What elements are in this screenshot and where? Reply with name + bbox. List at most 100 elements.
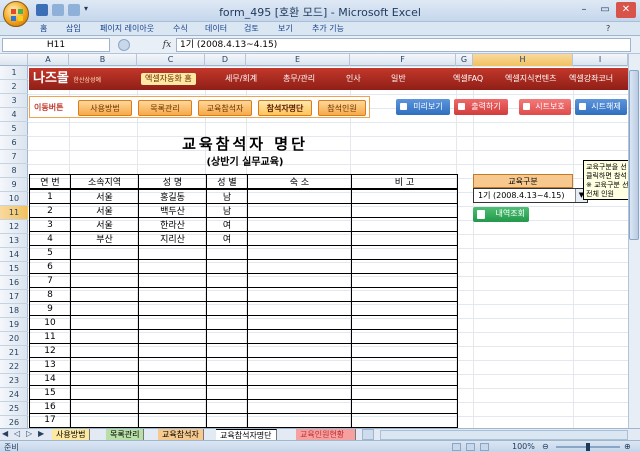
header-lodging[interactable]: 숙 소 [247, 174, 352, 190]
zoom-slider-thumb[interactable] [586, 443, 590, 451]
table-cell[interactable] [351, 273, 458, 288]
table-cell[interactable] [138, 273, 207, 288]
nav-button-headcount[interactable]: 참석인원 [318, 100, 366, 116]
name-box[interactable]: H11 [2, 38, 110, 52]
table-cell[interactable] [351, 231, 458, 246]
table-cell[interactable]: 15 [29, 385, 71, 400]
tab-insert[interactable]: 삽입 [66, 23, 81, 35]
table-cell[interactable]: 11 [29, 329, 71, 344]
table-cell[interactable] [351, 203, 458, 218]
row-header[interactable]: 19 [0, 318, 28, 332]
tab-scroll-next-icon[interactable]: ▷ [26, 429, 32, 438]
banner-link-contents[interactable]: 엑셀지식컨텐츠 [505, 73, 557, 85]
table-cell[interactable]: 여 [206, 217, 248, 232]
table-cell[interactable]: 여 [206, 231, 248, 246]
namebox-dropdown-icon[interactable] [118, 39, 130, 51]
table-cell[interactable]: 13 [29, 357, 71, 372]
maximize-icon[interactable]: ▭ [595, 2, 615, 18]
header-seq[interactable]: 연 번 [29, 174, 71, 190]
row-header[interactable]: 8 [0, 164, 28, 178]
logo[interactable]: 나즈몰 한산삼성예비 나즈기업 [33, 70, 105, 104]
banner-link-admin[interactable]: 총무/관리 [283, 73, 315, 85]
tab-view[interactable]: 보기 [278, 23, 293, 35]
minimize-icon[interactable]: – [574, 2, 594, 18]
page-break-view-icon[interactable] [480, 443, 489, 451]
table-cell[interactable] [70, 371, 139, 386]
column-header-i[interactable]: I [573, 54, 628, 66]
preview-button[interactable]: 미리보기 [396, 99, 450, 115]
print-button[interactable]: 출력하기 [454, 99, 508, 115]
table-cell[interactable] [138, 329, 207, 344]
table-cell[interactable] [247, 217, 352, 232]
table-cell[interactable] [206, 273, 248, 288]
row-header[interactable]: 1 [0, 66, 28, 80]
table-cell[interactable] [138, 357, 207, 372]
row-header[interactable]: 24 [0, 388, 28, 402]
nav-button-usage[interactable]: 사용방법 [78, 100, 132, 116]
table-cell[interactable] [247, 301, 352, 316]
table-cell[interactable] [247, 188, 352, 204]
row-header[interactable]: 20 [0, 332, 28, 346]
table-cell[interactable] [138, 287, 207, 302]
row-header[interactable]: 15 [0, 262, 28, 276]
tab-scroll-last-icon[interactable]: ▶ [38, 429, 44, 438]
column-header-f[interactable]: F [350, 54, 456, 66]
table-cell[interactable] [206, 259, 248, 274]
table-cell[interactable] [70, 357, 139, 372]
table-cell[interactable] [351, 188, 458, 204]
table-cell[interactable] [70, 259, 139, 274]
column-header-g[interactable]: G [456, 54, 473, 66]
zoom-in-icon[interactable]: ⊕ [624, 442, 631, 451]
table-cell[interactable] [70, 245, 139, 260]
table-cell[interactable] [247, 245, 352, 260]
redo-icon[interactable] [68, 4, 80, 16]
table-cell[interactable] [138, 413, 207, 429]
office-button[interactable] [3, 1, 29, 27]
table-cell[interactable]: 지리산 [138, 231, 207, 246]
table-cell[interactable] [138, 399, 207, 414]
table-cell[interactable] [206, 287, 248, 302]
undo-icon[interactable] [52, 4, 64, 16]
row-header[interactable]: 22 [0, 360, 28, 374]
header-name[interactable]: 성 명 [138, 174, 207, 190]
zoom-level[interactable]: 100% [512, 442, 535, 451]
zoom-out-icon[interactable]: ⊖ [542, 442, 549, 451]
row-header[interactable]: 10 [0, 192, 28, 206]
row-header[interactable]: 17 [0, 290, 28, 304]
horizontal-scrollbar[interactable] [380, 430, 628, 440]
vertical-scroll-thumb[interactable] [629, 70, 639, 240]
table-cell[interactable]: 서울 [70, 217, 139, 232]
table-cell[interactable] [206, 399, 248, 414]
table-cell[interactable] [70, 301, 139, 316]
table-cell[interactable] [351, 315, 458, 330]
banner-link-tax[interactable]: 세무/회계 [225, 73, 257, 85]
row-header[interactable]: 23 [0, 374, 28, 388]
unprotect-sheet-button[interactable]: 시트해제 [575, 99, 627, 115]
row-header[interactable]: 2 [0, 80, 28, 94]
table-cell[interactable] [70, 273, 139, 288]
table-cell[interactable] [351, 343, 458, 358]
table-cell[interactable] [351, 399, 458, 414]
table-cell[interactable] [206, 343, 248, 358]
table-cell[interactable] [138, 245, 207, 260]
table-cell[interactable] [351, 287, 458, 302]
table-cell[interactable]: 2 [29, 203, 71, 218]
table-cell[interactable] [351, 329, 458, 344]
tab-add-ins[interactable]: 추가 기능 [312, 23, 344, 35]
row-header[interactable]: 16 [0, 276, 28, 290]
row-header[interactable]: 5 [0, 122, 28, 136]
row-header[interactable]: 7 [0, 150, 28, 164]
row-header[interactable]: 21 [0, 346, 28, 360]
table-cell[interactable] [247, 287, 352, 302]
table-cell[interactable] [70, 399, 139, 414]
table-cell[interactable] [138, 301, 207, 316]
table-cell[interactable] [351, 217, 458, 232]
column-header-c[interactable]: C [137, 54, 205, 66]
table-cell[interactable]: 남 [206, 203, 248, 218]
table-cell[interactable]: 1 [29, 188, 71, 204]
row-header[interactable]: 4 [0, 108, 28, 122]
table-cell[interactable] [247, 371, 352, 386]
normal-view-icon[interactable] [452, 443, 461, 451]
tab-home[interactable]: 홈 [40, 23, 47, 35]
table-cell[interactable]: 9 [29, 301, 71, 316]
